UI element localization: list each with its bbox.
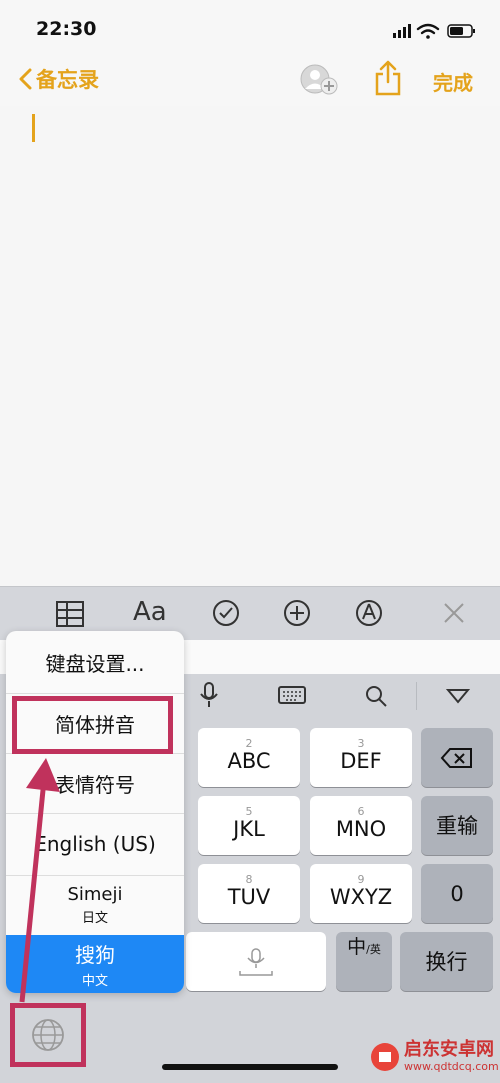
menu-item-keyboard-settings[interactable]: 键盘设置... (6, 631, 184, 694)
key-zero[interactable]: 0 (421, 864, 493, 923)
search-icon[interactable] (364, 684, 388, 708)
watermark-text: 启东安卓网 (404, 1039, 494, 1060)
key-tuv[interactable]: 8 TUV (198, 864, 300, 923)
key-def[interactable]: 3 DEF (310, 728, 412, 787)
back-button[interactable]: 备忘录 (18, 64, 99, 94)
done-button[interactable]: 完成 (433, 67, 473, 96)
close-icon[interactable] (443, 602, 465, 624)
backspace-icon (440, 747, 472, 768)
globe-icon (32, 1019, 64, 1051)
space-mic-icon (239, 947, 273, 976)
chevron-left-icon (19, 68, 32, 90)
reset-key[interactable]: 重输 (421, 796, 493, 855)
wifi-icon (416, 23, 440, 39)
back-label: 备忘录 (36, 68, 99, 92)
key-wxyz[interactable]: 9 WXYZ (310, 864, 412, 923)
status-time: 22:30 (36, 18, 97, 40)
text-cursor (32, 114, 35, 142)
lang-switch-key[interactable]: 中/英 (336, 932, 392, 991)
collapse-icon[interactable] (446, 688, 470, 704)
home-indicator (162, 1064, 338, 1070)
watermark: 启东安卓网 www.qdtdcq.com (370, 1040, 499, 1073)
add-icon[interactable] (283, 599, 311, 627)
mic-icon[interactable] (200, 682, 218, 708)
key-abc[interactable]: 2 ABC (198, 728, 300, 787)
add-person-icon[interactable] (300, 64, 340, 100)
signal-icon (393, 24, 411, 38)
arrow-annotation (19, 758, 60, 1003)
checklist-icon[interactable] (212, 599, 240, 627)
divider (416, 682, 417, 710)
key-jkl[interactable]: 5 JKL (198, 796, 300, 855)
note-body[interactable] (0, 106, 500, 586)
battery-icon (447, 24, 475, 38)
table-icon[interactable] (56, 601, 84, 627)
watermark-logo-icon (371, 1042, 399, 1071)
space-key[interactable] (186, 932, 326, 991)
markup-icon[interactable] (355, 599, 383, 627)
status-icons (393, 22, 479, 44)
delete-key[interactable] (421, 728, 493, 787)
watermark-url: www.qdtdcq.com (404, 1060, 499, 1073)
keyboard-icon[interactable] (278, 686, 306, 704)
return-key[interactable]: 换行 (400, 932, 493, 991)
globe-key-highlight[interactable] (10, 1003, 86, 1067)
key-mno[interactable]: 6 MNO (310, 796, 412, 855)
share-icon[interactable] (375, 60, 401, 100)
format-text-button[interactable]: Aa (133, 597, 167, 627)
